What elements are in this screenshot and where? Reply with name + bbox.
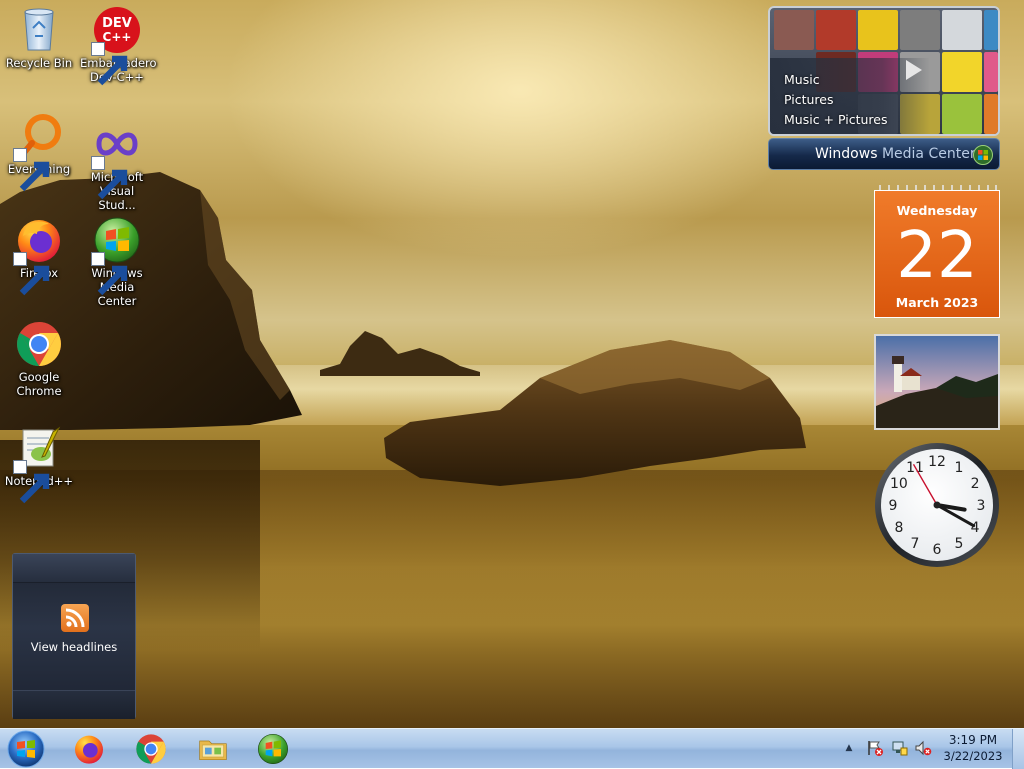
shortcut-arrow-icon	[13, 252, 50, 296]
media-center-menu: Music Pictures Music + Pictures	[784, 70, 888, 130]
show-hidden-icons-button[interactable]: ▲	[842, 741, 856, 755]
clock-pivot	[933, 501, 941, 509]
clock-numeral: 6	[933, 542, 942, 558]
media-center-gadget[interactable]: Music Pictures Music + Pictures Windows …	[768, 6, 1000, 170]
media-tile	[816, 10, 856, 50]
calendar-month-year: March 2023	[895, 295, 979, 310]
view-headlines-link[interactable]: View headlines	[13, 640, 135, 654]
media-tile	[942, 52, 982, 92]
media-center-title: Windows Media Center	[815, 146, 976, 162]
desktop-icon-devcpp[interactable]: DEV C++ Embarcadero Dev-C++	[80, 6, 157, 86]
taskbar-time: 3:19 PM	[948, 733, 998, 747]
desktop-icon-label: Google Chrome	[16, 370, 62, 398]
desktop-icon-everything[interactable]: Everything	[2, 112, 76, 192]
taskbar-media-center-button[interactable]	[246, 731, 300, 767]
clock-numeral: 4	[971, 520, 980, 536]
media-center-launch-bar[interactable]: Windows Media Center	[768, 138, 1000, 170]
shortcut-arrow-icon	[91, 156, 128, 200]
media-tile	[900, 10, 940, 50]
media-tile	[984, 10, 998, 50]
media-tile	[774, 10, 814, 50]
feed-footer	[13, 690, 135, 719]
shortcut-arrow-icon	[13, 460, 50, 504]
media-tile	[984, 94, 998, 134]
media-center-title-bold: Windows	[815, 146, 878, 162]
chrome-icon	[136, 734, 166, 764]
clock-numeral: 5	[955, 536, 964, 552]
rss-feed-icon	[61, 604, 89, 632]
calendar-day: 22	[896, 219, 978, 293]
svg-text:C++: C++	[103, 30, 132, 44]
clock-numeral: 8	[894, 520, 903, 536]
recycle-bin-icon	[24, 8, 54, 51]
taskbar-clock[interactable]: 3:19 PM 3/22/2023	[940, 732, 1006, 766]
network-icon[interactable]	[890, 739, 908, 757]
desktop-icon-label: Recycle Bin	[5, 56, 73, 70]
media-menu-item-music[interactable]: Music	[784, 70, 888, 90]
taskbar-firefox-button[interactable]	[62, 731, 116, 767]
action-center-flag-icon[interactable]	[866, 739, 884, 757]
chrome-icon	[17, 322, 61, 366]
show-desktop-button[interactable]	[1012, 729, 1024, 769]
windows-logo-icon	[973, 145, 993, 165]
taskbar-chrome-button[interactable]	[124, 731, 178, 767]
taskbar: ▲ 3:19 PM 3/22/2023	[0, 728, 1024, 769]
calendar-page: Wednesday 22 March 2023	[874, 190, 1000, 318]
file-explorer-icon	[199, 740, 227, 760]
media-tile	[942, 10, 982, 50]
slideshow-gadget[interactable]	[874, 334, 1000, 430]
firefox-icon	[75, 735, 103, 764]
calendar-weekday: Wednesday	[896, 203, 978, 218]
taskbar-file-explorer-button[interactable]	[186, 731, 240, 767]
desktop[interactable]: Recycle Bin DEV C++ Embarcadero Dev-C++ …	[0, 0, 1024, 728]
clock-numeral: 3	[977, 498, 986, 514]
clock-numeral: 12	[928, 454, 946, 470]
media-tile	[858, 10, 898, 50]
media-menu-item-pictures[interactable]: Pictures	[784, 90, 888, 110]
clock-face: 121234567891011	[875, 443, 999, 567]
media-menu-item-music-pictures[interactable]: Music + Pictures	[784, 110, 888, 130]
volume-muted-icon[interactable]	[914, 739, 932, 757]
clock-numeral: 7	[911, 536, 920, 552]
calendar-gadget[interactable]: Wednesday 22 March 2023	[874, 182, 1000, 318]
media-center-title-rest: Media Center	[881, 146, 976, 162]
start-button[interactable]	[4, 729, 48, 769]
desktop-icon-windows-media-center[interactable]: Windows Media Center	[80, 216, 154, 308]
feed-headlines-gadget[interactable]: View headlines	[12, 553, 136, 719]
media-center-tiles[interactable]: Music Pictures Music + Pictures	[768, 6, 1000, 136]
wallpaper-center-rock	[384, 340, 806, 486]
slideshow-photo	[876, 336, 998, 428]
desktop-icon-google-chrome[interactable]: Google Chrome	[2, 320, 76, 398]
clock-numeral: 9	[889, 498, 898, 514]
desktop-icon-visual-studio[interactable]: Microsoft Visual Stud...	[80, 120, 154, 212]
feed-header	[13, 554, 135, 583]
taskbar-date: 3/22/2023	[943, 749, 1003, 763]
clock-gadget[interactable]: 121234567891011	[874, 442, 1000, 568]
play-icon	[906, 60, 922, 80]
shortcut-arrow-icon	[91, 252, 128, 296]
clock-numeral: 1	[955, 460, 964, 476]
desktop-icon-recycle-bin[interactable]: Recycle Bin	[2, 6, 76, 70]
desktop-icon-notepadpp[interactable]: Notepad++	[2, 424, 76, 504]
clock-numeral: 10	[890, 476, 908, 492]
clock-numeral: 2	[971, 476, 980, 492]
shortcut-arrow-icon	[91, 42, 128, 86]
svg-text:DEV: DEV	[102, 16, 132, 31]
shortcut-arrow-icon	[13, 148, 50, 192]
media-tile	[984, 52, 998, 92]
desktop-icon-firefox[interactable]: Firefox	[2, 216, 76, 296]
windows-media-center-icon	[258, 734, 288, 764]
media-tile	[942, 94, 982, 134]
